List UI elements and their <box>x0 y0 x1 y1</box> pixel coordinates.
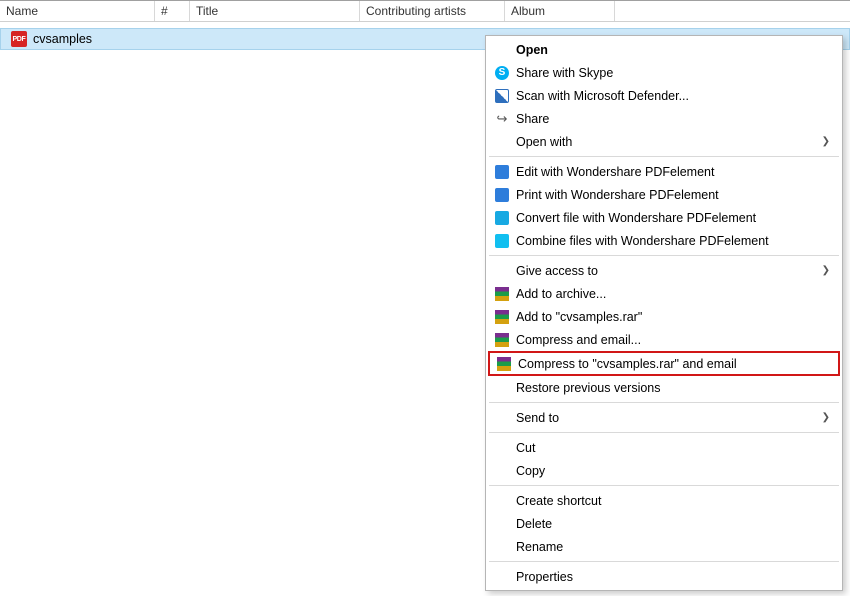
menu-separator <box>489 255 839 256</box>
share-icon: ↪ <box>492 110 512 128</box>
menu-add-archive-label: Add to archive... <box>516 287 830 301</box>
menu-separator <box>489 432 839 433</box>
column-header-title[interactable]: Title <box>190 1 360 21</box>
menu-restore-label: Restore previous versions <box>516 381 830 395</box>
menu-open-with[interactable]: Open with ❯ <box>488 130 840 153</box>
menu-compress-email[interactable]: Compress and email... <box>488 328 840 351</box>
menu-edit-pdfelement[interactable]: Edit with Wondershare PDFelement <box>488 160 840 183</box>
menu-combine-pdfelement-label: Combine files with Wondershare PDFelemen… <box>516 234 830 248</box>
menu-separator <box>489 561 839 562</box>
menu-share-label: Share <box>516 112 830 126</box>
menu-create-shortcut[interactable]: Create shortcut <box>488 489 840 512</box>
menu-delete[interactable]: Delete <box>488 512 840 535</box>
menu-restore-versions[interactable]: Restore previous versions <box>488 376 840 399</box>
menu-separator <box>489 402 839 403</box>
blank-icon <box>492 439 512 457</box>
blank-icon <box>492 568 512 586</box>
column-header-album[interactable]: Album <box>505 1 615 21</box>
blank-icon <box>492 41 512 59</box>
pdfelement-combine-icon <box>492 232 512 250</box>
pdfelement-convert-icon <box>492 209 512 227</box>
shield-icon <box>492 87 512 105</box>
blank-icon <box>492 515 512 533</box>
menu-compress-email-label: Compress and email... <box>516 333 830 347</box>
chevron-right-icon: ❯ <box>822 136 830 147</box>
winrar-icon <box>494 355 514 373</box>
menu-convert-pdfelement[interactable]: Convert file with Wondershare PDFelement <box>488 206 840 229</box>
menu-send-to-label: Send to <box>516 411 822 425</box>
menu-print-pdfelement-label: Print with Wondershare PDFelement <box>516 188 830 202</box>
menu-give-access[interactable]: Give access to ❯ <box>488 259 840 282</box>
skype-icon: S <box>492 64 512 82</box>
chevron-right-icon: ❯ <box>822 412 830 423</box>
menu-add-archive[interactable]: Add to archive... <box>488 282 840 305</box>
menu-delete-label: Delete <box>516 517 830 531</box>
blank-icon <box>492 492 512 510</box>
menu-print-pdfelement[interactable]: Print with Wondershare PDFelement <box>488 183 840 206</box>
menu-combine-pdfelement[interactable]: Combine files with Wondershare PDFelemen… <box>488 229 840 252</box>
pdf-file-icon: PDF <box>11 31 27 47</box>
menu-add-rar[interactable]: Add to "cvsamples.rar" <box>488 305 840 328</box>
menu-properties[interactable]: Properties <box>488 565 840 588</box>
winrar-icon <box>492 308 512 326</box>
menu-edit-pdfelement-label: Edit with Wondershare PDFelement <box>516 165 830 179</box>
menu-copy-label: Copy <box>516 464 830 478</box>
menu-scan-defender-label: Scan with Microsoft Defender... <box>516 89 830 103</box>
column-header-artists[interactable]: Contributing artists <box>360 1 505 21</box>
winrar-icon <box>492 331 512 349</box>
blank-icon <box>492 262 512 280</box>
column-header-number[interactable]: # <box>155 1 190 21</box>
menu-rename[interactable]: Rename <box>488 535 840 558</box>
menu-separator <box>489 485 839 486</box>
menu-compress-rar-email-label: Compress to "cvsamples.rar" and email <box>518 357 828 371</box>
winrar-icon <box>492 285 512 303</box>
blank-icon <box>492 538 512 556</box>
pdfelement-print-icon <box>492 186 512 204</box>
blank-icon <box>492 133 512 151</box>
menu-separator <box>489 156 839 157</box>
file-name-label: cvsamples <box>33 32 92 46</box>
column-header-name[interactable]: Name <box>0 1 155 21</box>
chevron-right-icon: ❯ <box>822 265 830 276</box>
menu-open[interactable]: Open <box>488 38 840 61</box>
menu-convert-pdfelement-label: Convert file with Wondershare PDFelement <box>516 211 830 225</box>
menu-send-to[interactable]: Send to ❯ <box>488 406 840 429</box>
blank-icon <box>492 462 512 480</box>
menu-share-skype[interactable]: S Share with Skype <box>488 61 840 84</box>
menu-properties-label: Properties <box>516 570 830 584</box>
blank-icon <box>492 379 512 397</box>
menu-copy[interactable]: Copy <box>488 459 840 482</box>
menu-share[interactable]: ↪ Share <box>488 107 840 130</box>
blank-icon <box>492 409 512 427</box>
menu-cut-label: Cut <box>516 441 830 455</box>
context-menu: Open S Share with Skype Scan with Micros… <box>485 35 843 591</box>
menu-cut[interactable]: Cut <box>488 436 840 459</box>
menu-rename-label: Rename <box>516 540 830 554</box>
menu-open-with-label: Open with <box>516 135 822 149</box>
column-header-row: Name # Title Contributing artists Album <box>0 0 850 22</box>
menu-scan-defender[interactable]: Scan with Microsoft Defender... <box>488 84 840 107</box>
menu-compress-rar-email[interactable]: Compress to "cvsamples.rar" and email <box>490 353 838 374</box>
menu-create-shortcut-label: Create shortcut <box>516 494 830 508</box>
annotation-highlight: Compress to "cvsamples.rar" and email <box>488 351 840 376</box>
menu-share-skype-label: Share with Skype <box>516 66 830 80</box>
menu-add-rar-label: Add to "cvsamples.rar" <box>516 310 830 324</box>
menu-open-label: Open <box>516 43 830 57</box>
menu-give-access-label: Give access to <box>516 264 822 278</box>
pdfelement-edit-icon <box>492 163 512 181</box>
